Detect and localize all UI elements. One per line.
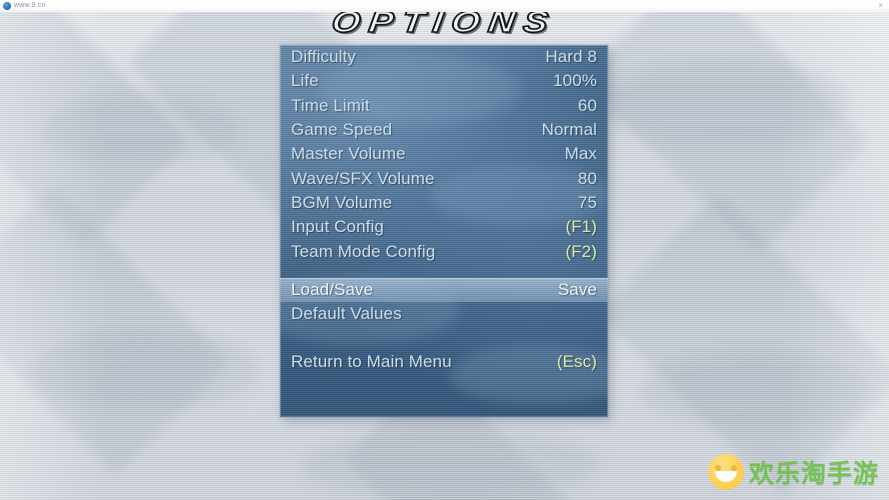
option-value: 60: [577, 95, 597, 115]
option-hotkey: (F2): [565, 241, 597, 261]
browser-tab-strip: www.9.cn ×: [0, 0, 889, 12]
option-row[interactable]: Team Mode Config (F2): [280, 239, 608, 263]
option-label: Load/Save: [291, 279, 374, 299]
game-screen: www.9.cn × OPTIONS Difficulty Hard 8 Life 1…: [0, 0, 889, 500]
option-row[interactable]: Game Speed Normal: [280, 118, 608, 142]
option-label: Master Volume: [291, 144, 406, 164]
option-label: Game Speed: [291, 120, 393, 140]
option-row[interactable]: Return to Main Menu (Esc): [280, 350, 608, 374]
option-hotkey: (F1): [565, 217, 597, 237]
option-label: Difficulty: [291, 47, 356, 67]
option-value: 100%: [553, 71, 597, 91]
watermark: 欢乐淘手游: [707, 454, 879, 490]
option-value: 75: [577, 192, 597, 212]
option-row[interactable]: Life 100%: [280, 69, 608, 93]
site-favicon-icon: [3, 2, 11, 10]
option-value: Max: [564, 144, 597, 164]
option-row[interactable]: Input Config (F1): [280, 215, 608, 239]
option-label: Time Limit: [291, 95, 370, 115]
option-label: BGM Volume: [291, 192, 393, 212]
option-label: Life: [291, 71, 319, 91]
option-label: Return to Main Menu: [291, 352, 452, 372]
site-title-label: www.9.cn: [14, 2, 46, 9]
option-value: Hard 8: [545, 47, 597, 67]
option-label: Wave/SFX Volume: [291, 168, 435, 188]
watermark-text: 欢乐淘手游: [748, 460, 879, 488]
options-list: Difficulty Hard 8 Life 100% Time Limit 60 Game…: [280, 45, 608, 375]
option-value: Save: [557, 279, 597, 299]
option-row[interactable]: BGM Volume 75: [280, 191, 608, 215]
option-row[interactable]: Master Volume Max: [280, 142, 608, 166]
option-row[interactable]: Default Values: [280, 302, 608, 326]
option-label: Team Mode Config: [291, 241, 436, 261]
option-row[interactable]: Wave/SFX Volume 80: [280, 166, 608, 190]
smiley-face-icon: [707, 454, 744, 490]
option-value: Normal: [541, 120, 597, 140]
options-panel: Difficulty Hard 8 Life 100% Time Limit 60 Game…: [280, 45, 608, 417]
close-icon[interactable]: ×: [878, 0, 883, 12]
option-label: Default Values: [291, 304, 402, 324]
option-row-selected[interactable]: Load/Save Save: [280, 277, 608, 302]
option-value: 80: [577, 168, 597, 188]
option-hotkey: (Esc): [556, 352, 597, 372]
option-label: Input Config: [291, 217, 384, 237]
option-row[interactable]: Difficulty Hard 8: [280, 45, 608, 69]
option-row[interactable]: Time Limit 60: [280, 94, 608, 118]
